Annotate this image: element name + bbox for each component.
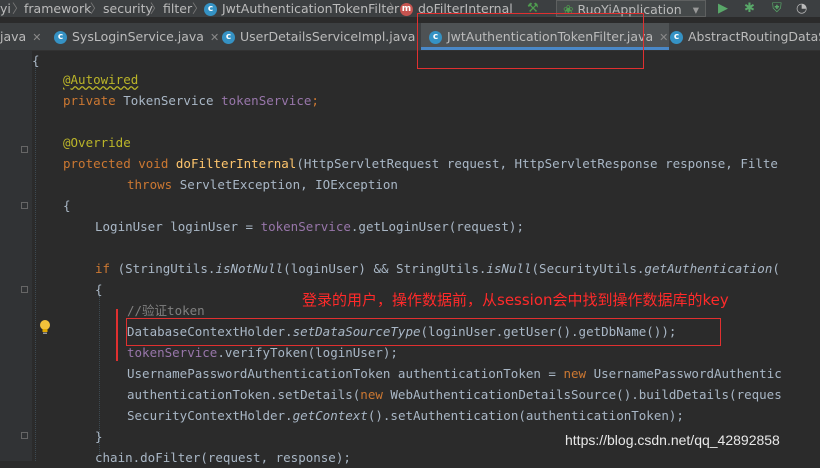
class-c-icon: c <box>670 31 683 44</box>
code-line: private TokenService tokenService; <box>63 93 319 108</box>
editor-tab-bar: java ✕ c SysLoginService.java ✕ c UserDetail… <box>0 23 820 51</box>
code-line: LoginUser loginUser = tokenService.getLo… <box>95 219 524 234</box>
watermark: https://blog.csdn.net/qq_42892858 <box>565 432 780 448</box>
coverage-icon[interactable]: ⛨ <box>772 0 782 17</box>
breadcrumb-separator: 〉 <box>90 1 103 16</box>
code-line: @Autowired <box>63 72 139 87</box>
navigation-bar: yi 〉 framework 〉 security 〉 filter 〉 c Jw… <box>0 0 820 17</box>
method-m-icon: m <box>400 3 413 16</box>
tab-label: SysLoginService.java <box>72 29 204 44</box>
line-highlight-box <box>126 318 721 346</box>
code-line: { <box>63 198 71 213</box>
bug-icon[interactable]: ✱ <box>744 0 755 17</box>
tab-abstractroutingdatasource[interactable]: c AbstractRoutingDataSo <box>666 23 820 50</box>
tab-label: java <box>0 29 27 44</box>
tab-label: UserDetailsServiceImpl.java <box>240 29 416 44</box>
breadcrumb-item[interactable]: framework <box>24 0 91 17</box>
breadcrumb-separator: 〉 <box>192 1 205 16</box>
tab-sysloginservice[interactable]: c SysLoginService.java ✕ <box>50 23 230 50</box>
code-line: if (StringUtils.isNotNull(loginUser) && … <box>95 261 780 276</box>
code-line: protected void doFilterInternal(HttpServ… <box>63 156 778 171</box>
code-line: SecurityContextHolder.getContext().setAu… <box>127 408 684 423</box>
class-c-icon: c <box>222 31 235 44</box>
code-line: } <box>95 429 103 444</box>
code-editor[interactable]: { @Autowired private TokenService tokenS… <box>0 50 820 465</box>
breadcrumb-item[interactable]: yi <box>0 0 11 17</box>
breadcrumb-separator: 〉 <box>12 1 25 16</box>
class-c-icon: c <box>204 3 217 16</box>
play-icon[interactable]: ▶ <box>718 0 728 17</box>
code-line: authenticationToken.setDetails(new WebAu… <box>127 387 782 402</box>
chevron-down-icon: ▾ <box>692 2 699 17</box>
breadcrumb-label: JwtAuthenticationTokenFilter <box>222 1 400 16</box>
code-line: { <box>32 53 40 68</box>
profile-icon[interactable]: ◔ <box>796 0 807 17</box>
close-icon[interactable]: ✕ <box>32 31 41 44</box>
breadcrumb-item[interactable]: filter <box>163 0 192 17</box>
code-line: throws ServletException, IOException <box>127 177 398 192</box>
breadcrumb-item[interactable]: security <box>103 0 153 17</box>
breadcrumb-item-class[interactable]: c JwtAuthenticationTokenFilter <box>204 0 399 17</box>
breadcrumb-separator: 〉 <box>150 1 163 16</box>
code-line: { <box>95 282 103 297</box>
code-line: UsernamePasswordAuthenticationToken auth… <box>127 366 782 381</box>
annotation-note: 登录的用户，操作数据前，从session会中找到操作数据库的key <box>302 291 729 309</box>
class-c-icon: c <box>54 31 67 44</box>
code-line: @Override <box>63 135 131 150</box>
tab-userdetailsserviceimpl[interactable]: cUserDetailsServiceImpl.java✕ <box>218 23 431 50</box>
tab-label: AbstractRoutingDataSo <box>688 29 820 44</box>
code-line: chain.doFilter(request, response); <box>95 450 351 465</box>
tab-java[interactable]: java ✕ <box>0 23 50 50</box>
